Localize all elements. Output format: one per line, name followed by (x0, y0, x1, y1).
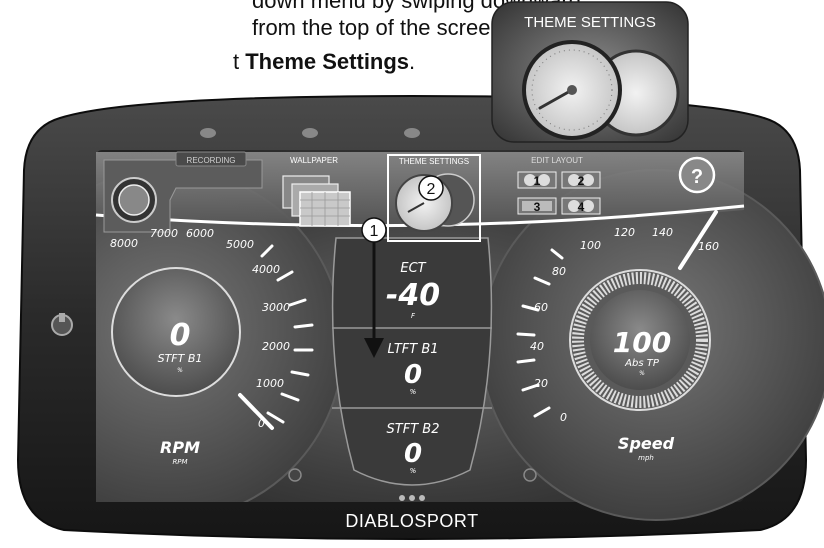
rpm-tick-6000: 6000 (186, 227, 214, 240)
brand-logo: DIABLOSPORT (345, 511, 478, 531)
help-icon: ? (691, 166, 703, 188)
wallpaper-label: WALLPAPER (290, 156, 338, 165)
speed-tick-40: 40 (530, 340, 544, 353)
stft-b2-label: STFT B2 (387, 422, 440, 437)
recording-button[interactable]: RECORDING (175, 151, 247, 167)
ltft-b1-label: LTFT B1 (387, 342, 438, 357)
rpm-tick-5000: 5000 (226, 238, 254, 251)
abs-tp-value: 100 (613, 326, 671, 359)
speed-tick-140: 140 (652, 226, 673, 239)
rpm-tick-3000: 3000 (262, 301, 290, 314)
stft-b2-unit: % (410, 467, 417, 475)
layout-number-3: 3 (534, 200, 541, 214)
step-2-marker: 2 (418, 175, 444, 201)
ltft-b1-value: 0 (404, 360, 422, 390)
speed-unit: mph (638, 454, 654, 462)
speed-tick-100: 100 (580, 239, 601, 252)
help-button[interactable]: ? (678, 156, 716, 194)
rpm-label: RPM (160, 438, 200, 457)
recording-label: RECORDING (187, 156, 236, 165)
speed-tick-120: 120 (614, 226, 635, 239)
rpm-tick-7000: 7000 (150, 227, 178, 240)
layout-number-2: 2 (578, 174, 585, 188)
step-1-marker: 1 (361, 217, 387, 243)
rpm-unit: RPM (172, 458, 187, 466)
speed-tick-0: 0 (560, 411, 567, 424)
abs-tp-label: Abs TP (624, 358, 660, 369)
step-2-number: 2 (427, 181, 436, 198)
rpm-tick-8000: 8000 (110, 237, 138, 250)
page-indicator (399, 495, 425, 501)
stft-b2-value: 0 (404, 439, 422, 469)
speed-tick-160: 160 (698, 240, 719, 253)
abs-tp-unit: % (639, 370, 645, 377)
ect-label: ECT (400, 261, 426, 276)
speed-label: Speed (618, 434, 675, 453)
theme-settings-callout: THEME SETTINGS (491, 1, 689, 143)
speed-tick-80: 80 (552, 265, 566, 278)
theme-settings-label: THEME SETTINGS (399, 157, 469, 166)
speed-tick-20: 20 (534, 377, 548, 390)
stft-b1-label: STFT B1 (158, 352, 203, 365)
stft-b1-value: 0 (170, 318, 191, 353)
layout-number-4: 4 (578, 200, 585, 214)
menu-round-button[interactable] (111, 177, 157, 223)
edit-layout-label: EDIT LAYOUT (531, 156, 583, 165)
ltft-b1-unit: % (410, 388, 417, 396)
ect-value: -40 (386, 278, 440, 313)
rpm-tick-0: 0 (258, 417, 265, 430)
step-1-number: 1 (370, 223, 379, 240)
rpm-tick-1000: 1000 (256, 377, 284, 390)
layout-number-1: 1 (534, 174, 541, 188)
rpm-tick-2000: 2000 (262, 340, 290, 353)
speed-tick-60: 60 (534, 301, 548, 314)
rpm-tick-4000: 4000 (252, 263, 280, 276)
callout-title: THEME SETTINGS (524, 14, 656, 31)
edit-layout-section: EDIT LAYOUT (531, 156, 583, 165)
stft-b1-unit: % (177, 367, 183, 374)
